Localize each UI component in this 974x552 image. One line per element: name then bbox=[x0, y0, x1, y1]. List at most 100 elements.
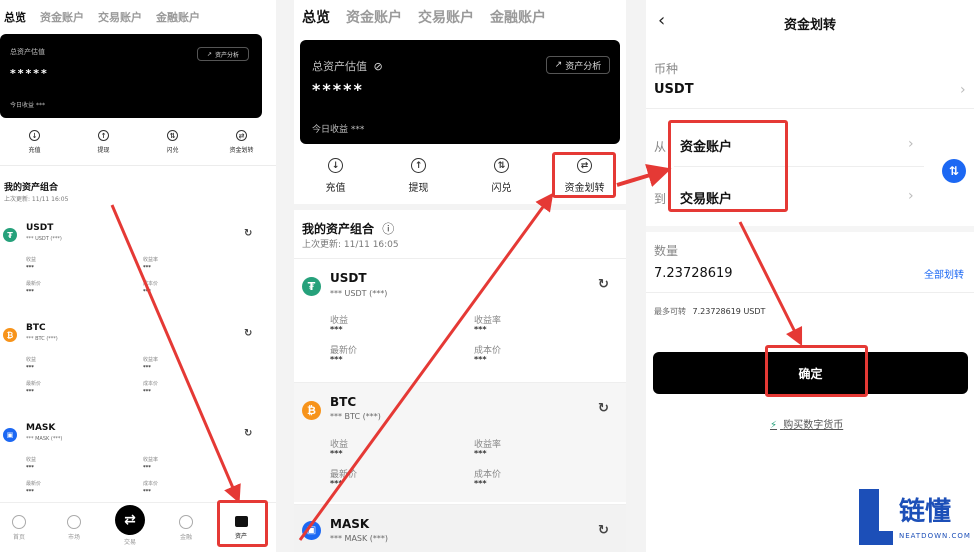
tab-finance[interactable]: 金融账户 bbox=[490, 7, 546, 27]
withdraw-button[interactable]: ↑ 提现 bbox=[69, 130, 138, 154]
watermark-logo-icon-foot bbox=[859, 531, 893, 545]
asset-analysis-label: 资产分析 bbox=[565, 61, 602, 72]
field-value: *** bbox=[330, 479, 343, 488]
home-icon bbox=[12, 515, 26, 529]
today-profit-value: *** bbox=[350, 125, 365, 135]
transfer-icon: ⇄ bbox=[236, 130, 247, 141]
tab-finance[interactable]: 金融账户 bbox=[156, 9, 200, 25]
transfer-button[interactable]: ⇄ 资金划转 bbox=[207, 130, 276, 154]
deposit-button[interactable]: ↓ 充值 bbox=[294, 158, 377, 194]
divider bbox=[0, 165, 276, 166]
info-icon[interactable]: ⓘ bbox=[382, 222, 394, 236]
watermark: 链懂 NEATDOWN.COM bbox=[855, 483, 974, 552]
convert-button[interactable]: ⇅ 闪兑 bbox=[460, 158, 543, 194]
refresh-icon[interactable]: ↻ bbox=[598, 277, 609, 292]
tab-trading[interactable]: 交易账户 bbox=[98, 9, 142, 25]
transfer-all-button[interactable]: 全部划转 bbox=[924, 266, 964, 281]
field-label: 成本价 bbox=[143, 381, 159, 387]
total-assets-text: 总资产估值 bbox=[312, 60, 367, 73]
currency-select[interactable]: USDT bbox=[654, 82, 694, 97]
today-profit-value: *** bbox=[35, 102, 45, 109]
nav-market[interactable]: 市场 bbox=[57, 515, 91, 541]
field-label: 成本价 bbox=[143, 281, 159, 287]
refresh-icon[interactable]: ↻ bbox=[244, 428, 252, 439]
field-value: *** bbox=[474, 479, 487, 488]
deposit-button[interactable]: ↓ 充值 bbox=[0, 130, 69, 154]
panel-gap bbox=[626, 0, 646, 552]
clock-icon bbox=[67, 515, 81, 529]
field-value: *** bbox=[143, 389, 151, 395]
withdraw-label: 提现 bbox=[97, 147, 110, 154]
tab-funding[interactable]: 资金账户 bbox=[40, 9, 84, 25]
field-label: 最新价 bbox=[26, 481, 42, 487]
asset-analysis-button[interactable]: ↗ 资产分析 bbox=[197, 47, 249, 61]
currency-label: 币种 bbox=[654, 62, 679, 76]
divider bbox=[646, 226, 974, 232]
field-value: *** bbox=[143, 289, 151, 295]
refresh-icon[interactable]: ↻ bbox=[598, 401, 609, 416]
asset-balance: *** BTC (***) bbox=[26, 336, 58, 342]
finance-icon bbox=[179, 515, 193, 529]
highlight-assets-tab bbox=[217, 500, 268, 547]
field-value: *** bbox=[26, 389, 34, 395]
field-value: *** bbox=[26, 265, 34, 271]
withdraw-icon: ↑ bbox=[411, 158, 426, 173]
asset-row-usdt[interactable]: ₮ USDT *** USDT (***) ↻ 收益 *** 收益率 *** 最… bbox=[0, 220, 276, 310]
asset-name: USDT bbox=[26, 223, 54, 233]
watermark-domain: NEATDOWN.COM bbox=[899, 532, 971, 540]
refresh-icon[interactable]: ↻ bbox=[244, 228, 252, 239]
nav-finance[interactable]: 金融 bbox=[169, 515, 203, 541]
buy-crypto-link[interactable]: ⚡ 购买数字货币 bbox=[770, 416, 843, 431]
tab-funding[interactable]: 资金账户 bbox=[346, 7, 402, 27]
tab-overview[interactable]: 总览 bbox=[4, 9, 26, 25]
buy-crypto-label: 购买数字货币 bbox=[783, 420, 844, 431]
chart-icon: ↗ bbox=[554, 60, 563, 70]
account-tabs: 总览 资金账户 交易账户 金融账户 bbox=[294, 0, 626, 34]
field-value: *** bbox=[474, 325, 487, 334]
to-label: 到 bbox=[654, 192, 667, 206]
deposit-icon: ↓ bbox=[328, 158, 343, 173]
asset-row-btc[interactable]: ₿ BTC *** BTC (***) ↻ 收益 *** 收益率 *** 最新价… bbox=[0, 320, 276, 410]
field-label: 收益率 bbox=[143, 457, 159, 463]
highlight-account-selectors bbox=[668, 120, 788, 212]
field-label: 收益 bbox=[26, 457, 37, 463]
convert-button[interactable]: ⇅ 闪兑 bbox=[138, 130, 207, 154]
btc-coin-icon: ₿ bbox=[3, 328, 17, 342]
eye-off-icon[interactable]: ⊘ bbox=[374, 60, 383, 73]
field-label: 最新价 bbox=[26, 281, 42, 287]
asset-row-btc[interactable]: ₿ BTC *** BTC (***) ↻ 收益 *** 收益率 *** 最新价… bbox=[294, 382, 626, 502]
asset-name: MASK bbox=[330, 517, 370, 531]
nav-finance-label: 金融 bbox=[179, 534, 192, 541]
tab-trading[interactable]: 交易账户 bbox=[418, 7, 474, 27]
total-assets-label: 总资产估值 bbox=[10, 48, 45, 56]
deposit-label: 充值 bbox=[28, 147, 41, 154]
convert-label: 闪兑 bbox=[166, 147, 179, 154]
mask-coin-icon: ▣ bbox=[3, 428, 17, 442]
mask-coin-icon: ▣ bbox=[302, 521, 321, 540]
divider bbox=[646, 292, 974, 293]
asset-analysis-label: 资产分析 bbox=[215, 51, 240, 59]
tab-overview[interactable]: 总览 bbox=[302, 7, 330, 27]
field-label: 最新价 bbox=[26, 381, 42, 387]
asset-row-usdt[interactable]: ₮ USDT *** USDT (***) ↻ 收益 *** 收益率 *** 最… bbox=[294, 258, 626, 380]
swap-direction-button[interactable]: ⇅ bbox=[942, 159, 966, 183]
nav-home[interactable]: 首页 bbox=[2, 515, 36, 541]
chevron-right-icon: › bbox=[960, 82, 966, 98]
refresh-icon[interactable]: ↻ bbox=[244, 328, 252, 339]
asset-row-mask[interactable]: ▣ MASK *** MASK (***) ↻ 收益 *** 收益率 *** 最… bbox=[0, 420, 276, 502]
withdraw-label: 提现 bbox=[408, 183, 429, 194]
field-value: *** bbox=[143, 489, 151, 495]
asset-analysis-button[interactable]: ↗ 资产分析 bbox=[546, 56, 610, 74]
field-value: *** bbox=[26, 289, 34, 295]
withdraw-icon: ↑ bbox=[98, 130, 109, 141]
field-value: *** bbox=[330, 449, 343, 458]
convert-icon: ⇅ bbox=[167, 130, 178, 141]
amount-input[interactable]: 7.23728619 bbox=[654, 266, 733, 281]
nav-trade[interactable]: ⇄ 交易 bbox=[113, 505, 147, 546]
asset-row-mask[interactable]: ▣ MASK *** MASK (***) ↻ bbox=[294, 504, 626, 552]
refresh-icon[interactable]: ↻ bbox=[598, 523, 609, 538]
today-profit: 今日收益 *** bbox=[10, 100, 45, 109]
withdraw-button[interactable]: ↑ 提现 bbox=[377, 158, 460, 194]
highlight-transfer-button bbox=[552, 152, 616, 198]
today-profit-label: 今日收益 bbox=[312, 125, 349, 135]
